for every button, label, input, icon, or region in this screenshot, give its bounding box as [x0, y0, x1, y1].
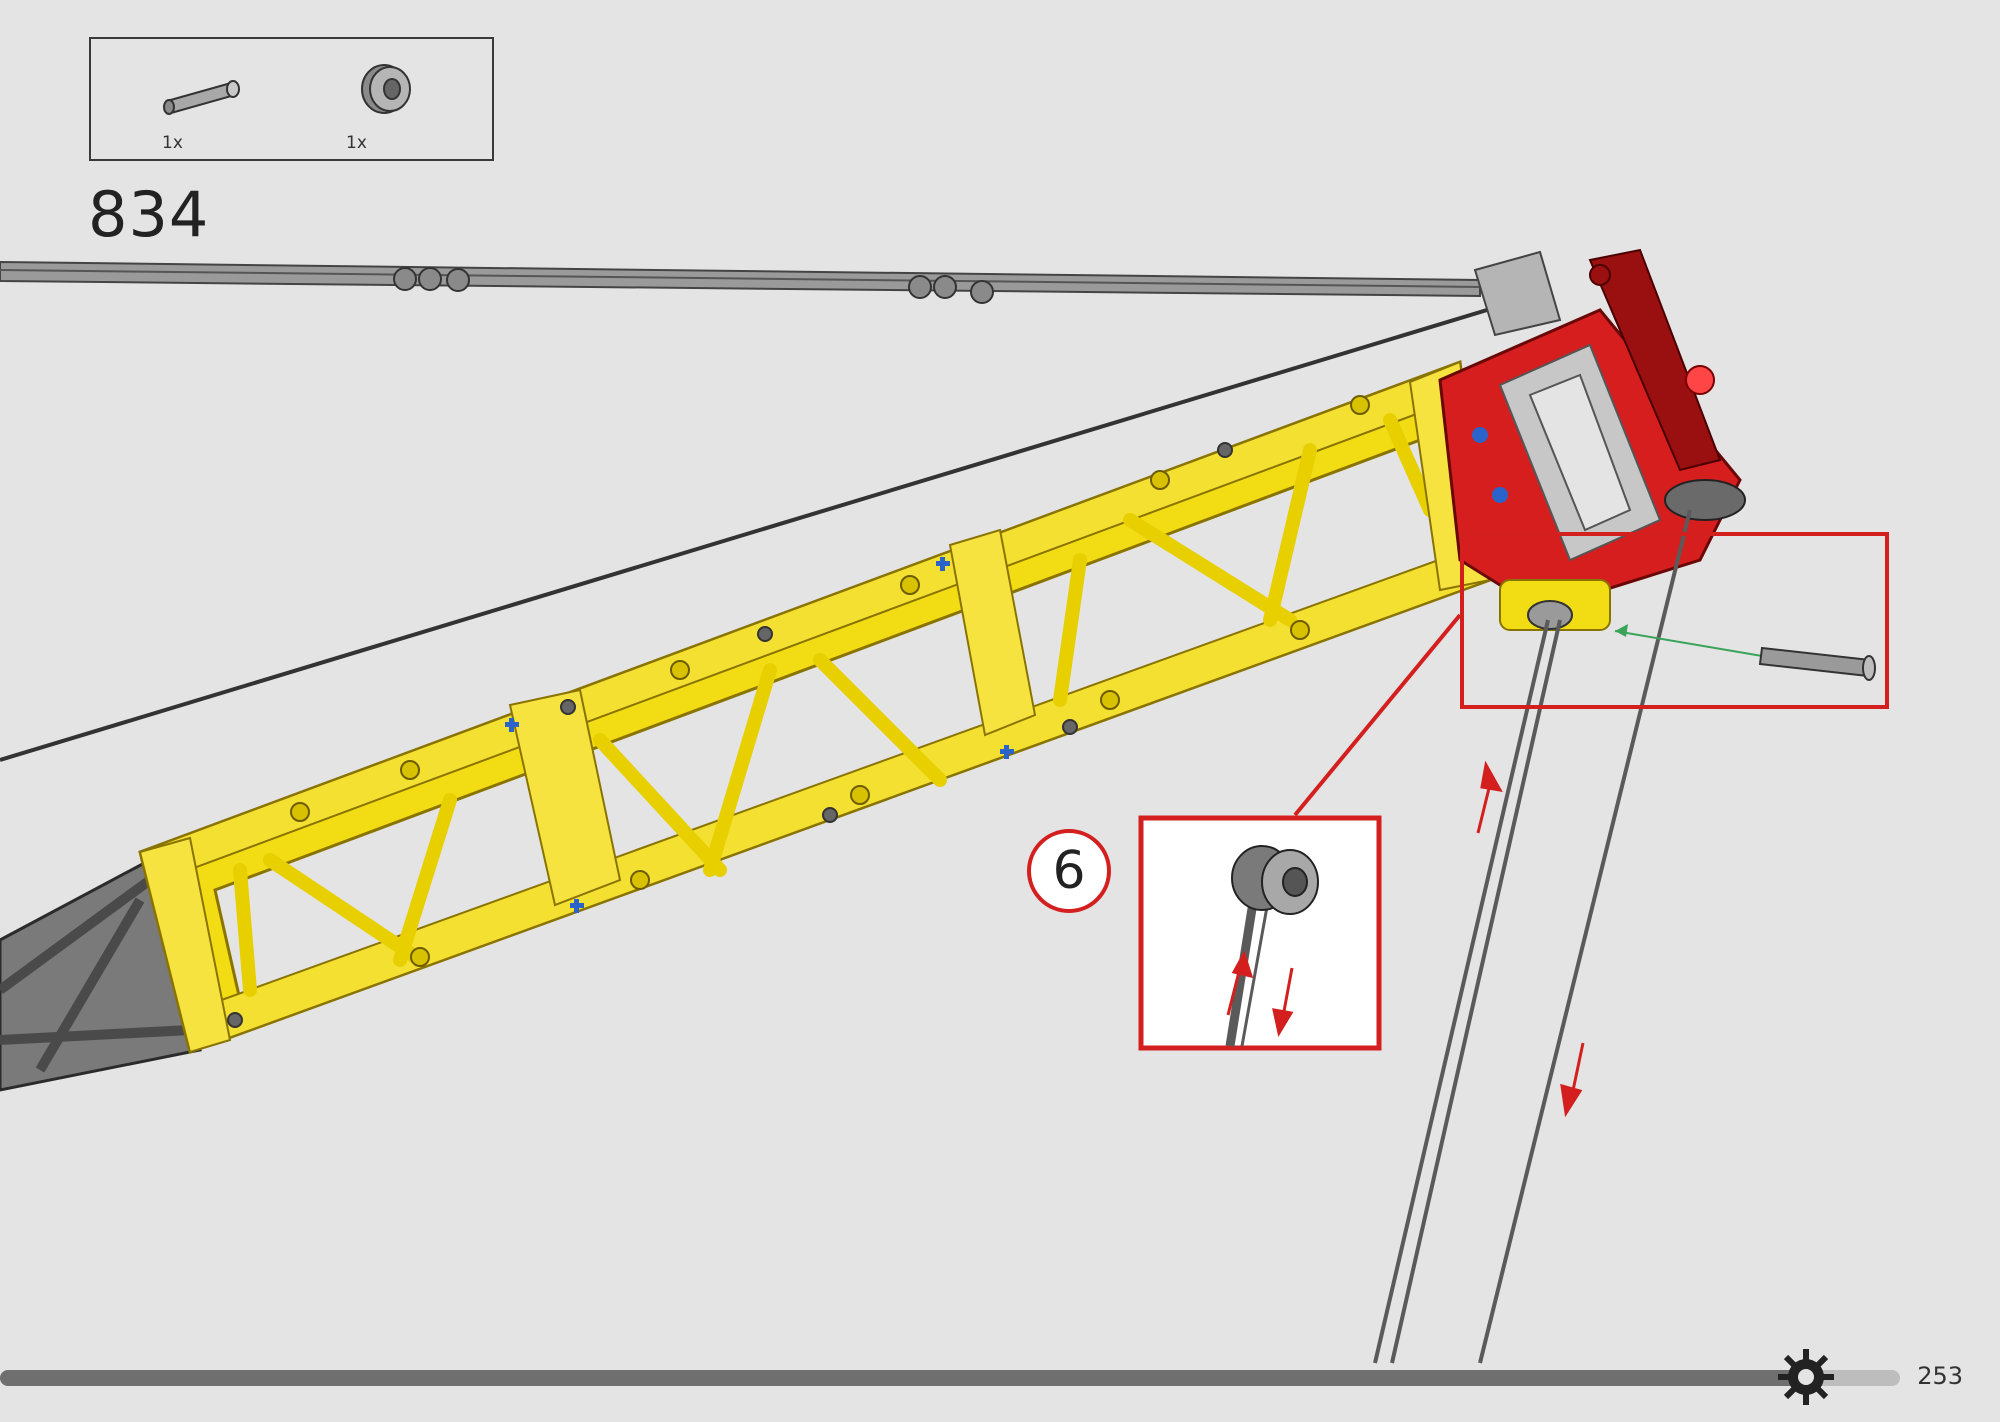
step-number: 834	[88, 178, 210, 251]
pulley-icon	[1231, 845, 1319, 915]
parts-list-box: 1x 1x	[89, 37, 494, 161]
axle-pin-icon	[1758, 646, 1876, 681]
arrow-up-icon	[1476, 760, 1503, 834]
detail-callout-box	[1138, 815, 1382, 1051]
pulley-icon	[361, 64, 411, 114]
insert-direction-line	[1614, 630, 1769, 658]
part-axle-pin: 1x	[161, 59, 251, 159]
part-qty: 1x	[346, 133, 367, 153]
part-qty: 1x	[162, 133, 183, 153]
boom-illustration	[0, 248, 1900, 1405]
sub-step-badge: 6	[1027, 829, 1111, 913]
part-bush-pulley: 1x	[346, 59, 436, 159]
page-number: 253	[1917, 1362, 1963, 1390]
callout-connector	[1293, 613, 1462, 817]
gear-icon	[1778, 1349, 1834, 1405]
arrow-down-icon	[1560, 1042, 1585, 1118]
hoist-cables	[1373, 509, 1692, 1364]
upper-tie-bar	[0, 260, 1481, 304]
red-boom-head	[1438, 248, 1746, 631]
axle-pin-icon	[163, 80, 240, 115]
instruction-page: 1x 1x 834 6 253	[0, 0, 2000, 1422]
progress-bar	[0, 1370, 1900, 1386]
